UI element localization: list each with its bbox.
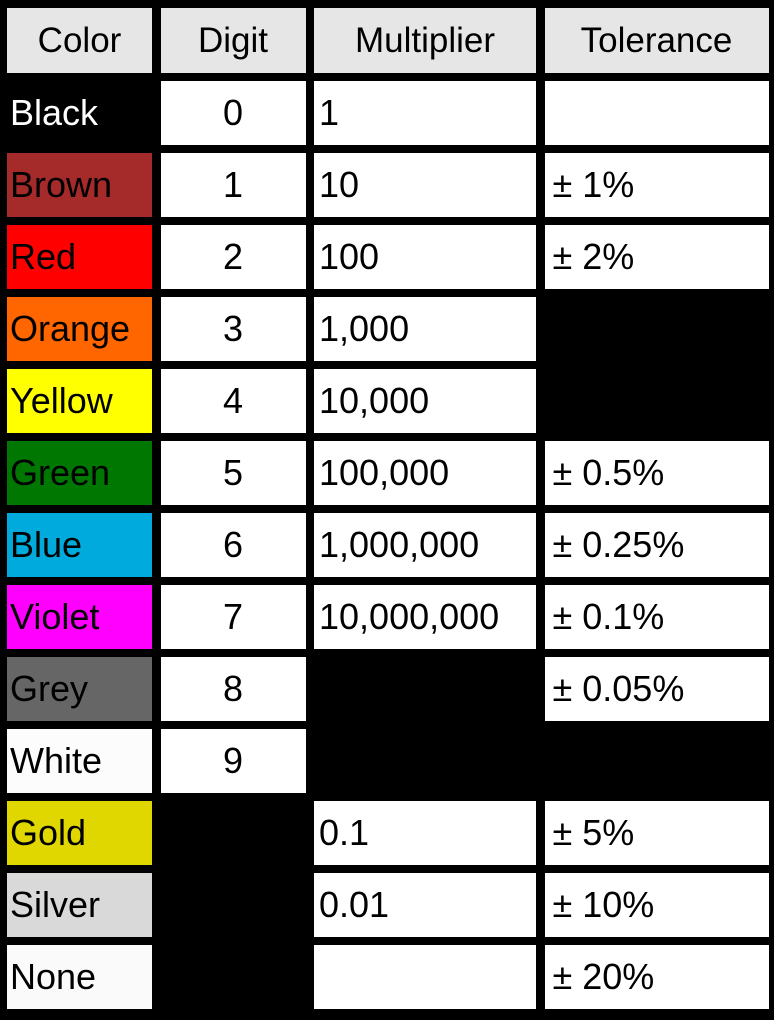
multiplier-cell: 0.1	[314, 801, 536, 865]
tolerance-cell: ± 0.05%	[544, 657, 769, 721]
tolerance-cell: ± 0.1%	[544, 585, 769, 649]
multiplier-cell: 10,000	[314, 369, 536, 433]
multiplier-cell: 100,000	[314, 441, 536, 505]
resistor-color-code-table: Color Digit Multiplier Tolerance Black 0 1…	[7, 8, 769, 1009]
tolerance-cell: ± 1%	[544, 153, 769, 217]
multiplier-cell	[314, 729, 536, 793]
multiplier-cell: 1	[314, 81, 536, 145]
multiplier-cell	[314, 945, 536, 1009]
tolerance-cell	[544, 297, 769, 361]
digit-cell: 1	[160, 153, 306, 217]
color-name-cell: None	[7, 945, 152, 1009]
color-name-cell: Blue	[7, 513, 152, 577]
tolerance-cell: ± 0.5%	[544, 441, 769, 505]
tolerance-cell: ± 0.25%	[544, 513, 769, 577]
color-name-cell: Red	[7, 225, 152, 289]
tolerance-cell: ± 2%	[544, 225, 769, 289]
digit-cell: 3	[160, 297, 306, 361]
multiplier-cell: 10	[314, 153, 536, 217]
multiplier-cell: 10,000,000	[314, 585, 536, 649]
color-name-cell: Yellow	[7, 369, 152, 433]
digit-cell: 2	[160, 225, 306, 289]
tolerance-cell	[544, 729, 769, 793]
tolerance-cell: ± 10%	[544, 873, 769, 937]
digit-cell	[160, 945, 306, 1009]
tolerance-cell	[544, 81, 769, 145]
digit-cell: 7	[160, 585, 306, 649]
color-name-cell: Orange	[7, 297, 152, 361]
tolerance-cell: ± 20%	[544, 945, 769, 1009]
digit-cell: 8	[160, 657, 306, 721]
digit-cell: 6	[160, 513, 306, 577]
color-name-cell: Black	[7, 81, 152, 145]
digit-cell	[160, 801, 306, 865]
color-name-cell: Green	[7, 441, 152, 505]
digit-cell: 4	[160, 369, 306, 433]
header-color: Color	[7, 8, 152, 73]
header-multiplier: Multiplier	[314, 8, 536, 73]
multiplier-cell: 0.01	[314, 873, 536, 937]
digit-cell	[160, 873, 306, 937]
digit-cell: 9	[160, 729, 306, 793]
color-name-cell: Gold	[7, 801, 152, 865]
tolerance-cell	[544, 369, 769, 433]
multiplier-cell: 1,000,000	[314, 513, 536, 577]
multiplier-cell: 100	[314, 225, 536, 289]
multiplier-cell: 1,000	[314, 297, 536, 361]
digit-cell: 0	[160, 81, 306, 145]
header-tolerance: Tolerance	[544, 8, 769, 73]
color-name-cell: White	[7, 729, 152, 793]
color-name-cell: Violet	[7, 585, 152, 649]
digit-cell: 5	[160, 441, 306, 505]
color-name-cell: Grey	[7, 657, 152, 721]
tolerance-cell: ± 5%	[544, 801, 769, 865]
multiplier-cell	[314, 657, 536, 721]
color-name-cell: Brown	[7, 153, 152, 217]
header-digit: Digit	[160, 8, 306, 73]
color-name-cell: Silver	[7, 873, 152, 937]
